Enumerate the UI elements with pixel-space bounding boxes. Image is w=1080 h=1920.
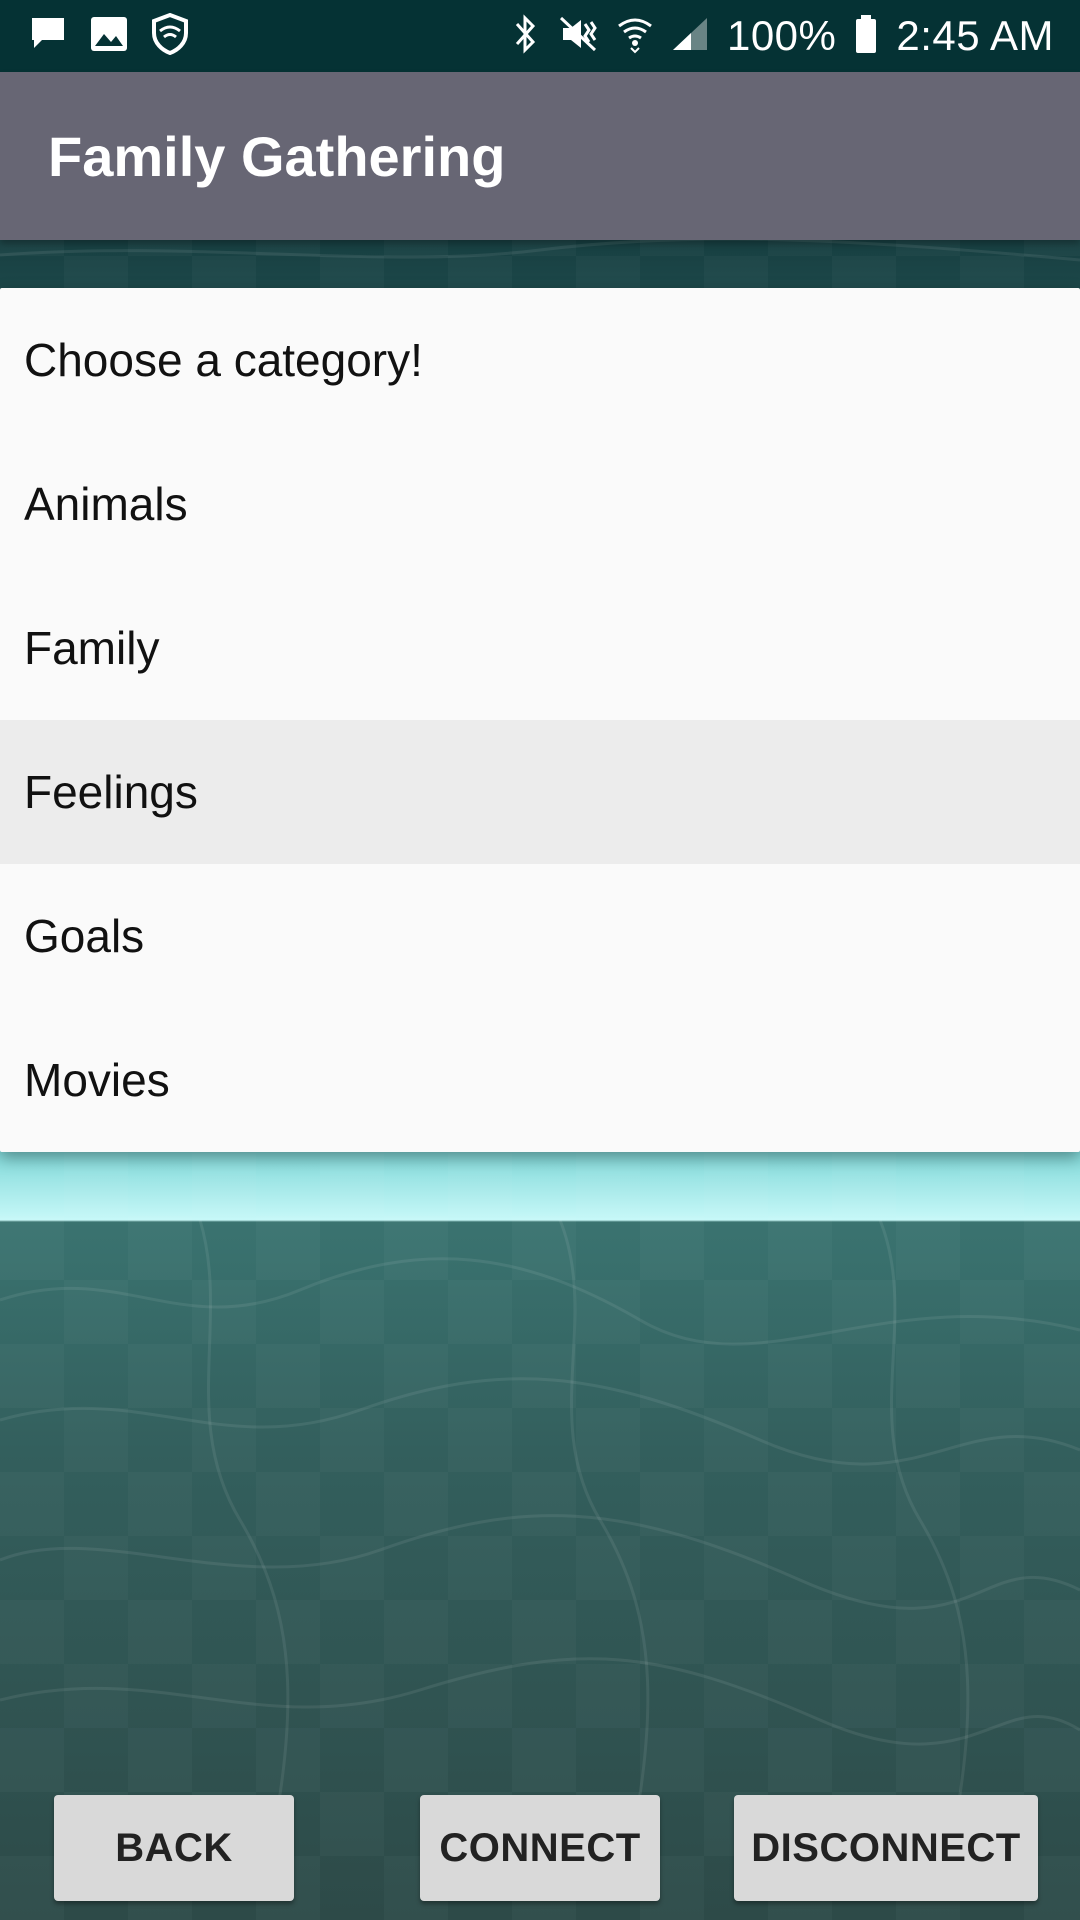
app-title: Family Gathering — [48, 125, 506, 188]
battery-percent: 100% — [726, 12, 837, 59]
bluetooth-icon — [513, 13, 539, 59]
back-button[interactable]: BACK — [54, 1795, 294, 1901]
dropdown-item-placeholder[interactable]: Choose a category! — [0, 288, 1080, 432]
image-icon — [90, 16, 128, 57]
dropdown-item-feelings[interactable]: Feelings — [0, 720, 1080, 864]
battery-icon — [854, 14, 878, 59]
dropdown-item-family[interactable]: Family — [0, 576, 1080, 720]
clock: 2:45 AM — [896, 12, 1054, 59]
status-left-icons — [28, 12, 190, 59]
wifi-icon — [617, 14, 653, 59]
vibrate-icon — [557, 14, 599, 59]
message-icon — [28, 14, 68, 59]
app-bar: Family Gathering — [0, 72, 1080, 240]
disconnect-button[interactable]: DISCONNECT — [734, 1795, 1038, 1901]
dropdown-item-animals[interactable]: Animals — [0, 432, 1080, 576]
connect-button[interactable]: CONNECT — [420, 1795, 660, 1901]
category-dropdown-list[interactable]: Choose a category! Animals Family Feelin… — [0, 288, 1080, 1152]
dropdown-item-movies[interactable]: Movies — [0, 1008, 1080, 1152]
status-right-icons: 100% 2:45 AM — [513, 12, 1054, 60]
shield-icon — [150, 12, 190, 60]
bottom-button-bar: BACK CONNECT DISCONNECT — [0, 1795, 1080, 1901]
status-bar: 100% 2:45 AM — [0, 0, 1080, 72]
signal-icon — [671, 16, 709, 57]
dropdown-item-goals[interactable]: Goals — [0, 864, 1080, 1008]
